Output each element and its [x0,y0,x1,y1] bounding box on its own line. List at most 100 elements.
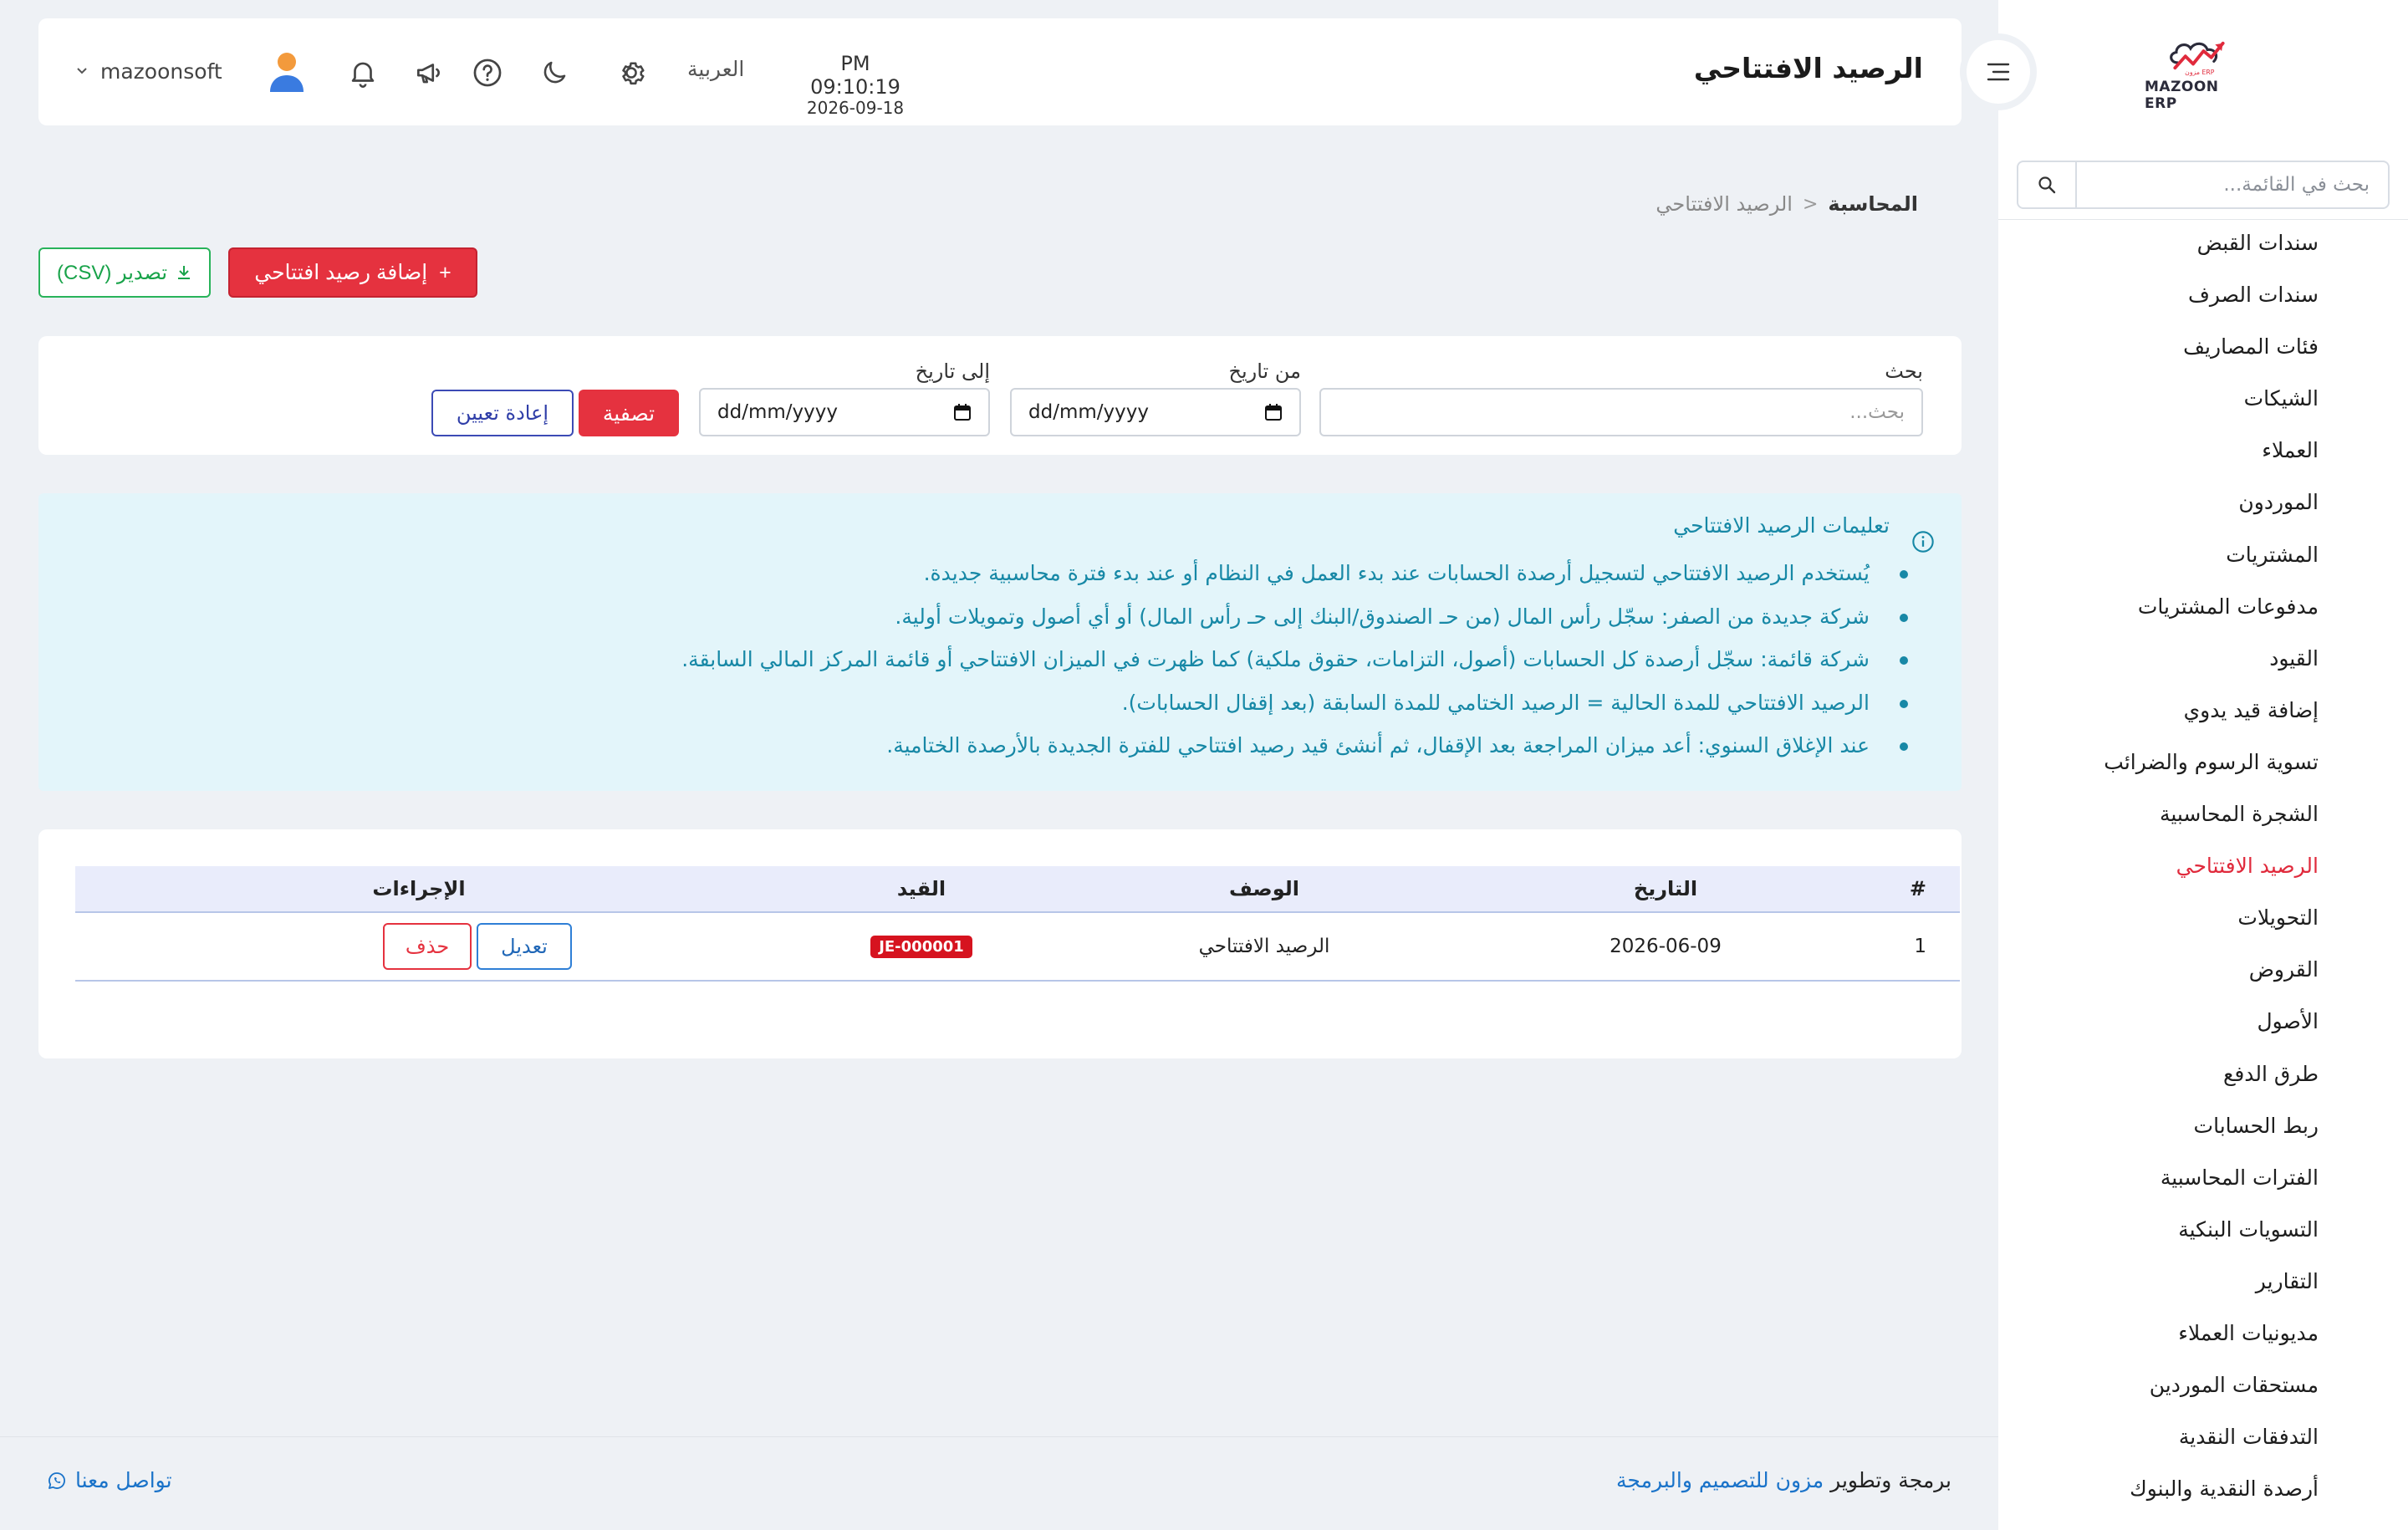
clock-time: PM 09:10:19 [810,52,900,99]
sidebar-item-payment-methods[interactable]: طرق الدفع [1998,1048,2408,1100]
clock-date: 2026-09-18 [806,98,905,118]
instruction-item: شركة جديدة من الصفر: سجّل رأس المال (من … [681,595,1908,639]
instructions-alert: تعليمات الرصيد الافتتاحي يُستخدم الرصيد … [38,493,1962,791]
column-header-entry: القيد [896,877,946,900]
add-opening-balance-label: إضافة رصيد افتتاحي [254,261,428,284]
svg-text:ERP مزون: ERP مزون [2185,69,2215,76]
sidebar-item-expense-categories[interactable]: فئات المصاريف [1998,321,2408,373]
chevron-down-icon [77,68,87,74]
delete-button[interactable]: حذف [383,923,472,970]
search-icon[interactable] [2018,162,2077,207]
filter-panel: بحث من تاريخ dd/mm/yyyy إلى تاريخ dd/mm/… [38,336,1962,455]
info-icon [1912,531,1934,553]
sidebar-item-suppliers[interactable]: الموردون [1998,477,2408,528]
hamburger-icon [1987,63,2010,81]
page-title: الرصيد الافتتاحي [1693,52,1923,84]
footer-credit: برمجة وتطوير مزون للتصميم والبرمجة [1616,1468,1951,1492]
from-date-label: من تاريخ [1228,360,1301,383]
row-date: 2026-06-09 [1610,936,1722,957]
sidebar-item-bank-reconciliations[interactable]: التسويات البنكية [1998,1204,2408,1256]
to-date-label: إلى تاريخ [915,360,990,383]
sidebar-item-cheques[interactable]: الشيكات [1998,373,2408,425]
sidebar-item-manual-entry[interactable]: إضافة قيد يدوي [1998,685,2408,737]
from-date-placeholder: dd/mm/yyyy [1028,401,1149,423]
announcement-megaphone-icon[interactable] [408,52,450,94]
breadcrumb-current: الرصيد الافتتاحي [1656,192,1793,216]
user-menu[interactable]: mazoonsoft [75,50,306,92]
notification-bell-icon[interactable] [342,52,384,94]
journal-entry-badge[interactable]: JE-000001 [870,936,972,958]
sidebar-item-opening-balance[interactable]: الرصيد الافتتاحي [1998,840,2408,892]
sidebar-item-customers[interactable]: العملاء [1998,425,2408,477]
breadcrumb: المحاسبة < الرصيد الافتتاحي [1656,192,1918,216]
instruction-item: يُستخدم الرصيد الافتتاحي لتسجيل أرصدة ال… [681,552,1908,595]
table-header: # التاريخ الوصف القيد الإجراءات [75,866,1960,913]
download-icon [178,266,191,279]
sidebar-search-input[interactable] [2077,162,2388,207]
instruction-item: شركة قائمة: سجّل أرصدة كل الحسابات (أصول… [681,638,1908,681]
search-label: بحث [1885,360,1923,383]
sidebar-item-fees-taxes-settlement[interactable]: تسوية الرسوم والضرائب [1998,737,2408,788]
sidebar-item-assets[interactable]: الأصول [1998,996,2408,1048]
sidebar-item-purchase-payments[interactable]: مدفوعات المشتريات [1998,581,2408,633]
instruction-item: الرصيد الافتتاحي للمدة الحالية = الرصيد … [681,681,1908,725]
menu-toggle-button[interactable] [1960,33,2037,110]
instructions-title: تعليمات الرصيد الافتتاحي [1673,513,1890,538]
calendar-icon[interactable] [953,403,972,421]
column-header-date: التاريخ [1633,877,1698,900]
language-switcher[interactable]: العربية [687,57,744,81]
sidebar-item-supplier-dues[interactable]: مستحقات الموردين [1998,1359,2408,1411]
sidebar-item-cash-flows[interactable]: التدفقات النقدية [1998,1411,2408,1463]
calendar-icon[interactable] [1264,403,1283,421]
to-date-field[interactable]: dd/mm/yyyy [699,388,990,436]
edit-button[interactable]: تعديل [477,923,572,970]
search-input[interactable] [1319,388,1923,436]
sidebar-item-receipt-vouchers[interactable]: سندات القبض [1998,217,2408,269]
export-csv-label: تصدير (CSV) [56,261,168,284]
from-date-field[interactable]: dd/mm/yyyy [1010,388,1301,436]
column-header-num: # [1909,877,1926,900]
clock: PM 09:10:19 2026-09-18 [793,52,918,117]
logo-graphic-icon: ERP مزون [2170,41,2225,76]
footer-brand-link[interactable]: مزون للتصميم والبرمجة [1616,1468,1824,1492]
sidebar-item-purchases[interactable]: المشتريات [1998,529,2408,581]
top-header: الرصيد الافتتاحي PM 09:10:19 2026-09-18 … [38,18,2037,125]
column-header-actions: الإجراءات [372,877,466,900]
contact-us-label: تواصل معنا [75,1468,172,1492]
sidebar-item-chart-of-accounts[interactable]: الشجرة المحاسبية [1998,788,2408,840]
sidebar-item-loans[interactable]: القروض [1998,944,2408,996]
footer-credit-prefix: برمجة وتطوير [1830,1468,1951,1492]
settings-gear-icon[interactable] [610,52,652,94]
filter-button[interactable]: تصفية [579,390,679,436]
plus-icon: + [439,260,452,284]
sidebar-search [2017,161,2390,209]
breadcrumb-separator: < [1802,193,1819,215]
avatar [269,53,304,92]
contact-us-link[interactable]: تواصل معنا [47,1468,172,1492]
help-question-icon[interactable] [467,52,508,94]
instructions-list: يُستخدم الرصيد الافتتاحي لتسجيل أرصدة ال… [681,552,1908,768]
sidebar-item-journal-entries[interactable]: القيود [1998,633,2408,685]
brand-logo[interactable]: ERP مزون MAZOON ERP [2145,37,2253,112]
username: mazoonsoft [100,59,222,84]
sidebar-item-transfers[interactable]: التحويلات [1998,892,2408,944]
to-date-placeholder: dd/mm/yyyy [717,401,838,423]
table-row: 1 2026-06-09 الرصيد الافتتاحي JE-000001 … [75,913,1960,982]
sidebar-item-customer-debts[interactable]: مديونيات العملاء [1998,1308,2408,1359]
reset-button[interactable]: إعادة تعيين [431,390,574,436]
opening-balances-table-card: # التاريخ الوصف القيد الإجراءات 1 2026-0… [38,829,1962,1058]
sidebar-item-payment-vouchers[interactable]: سندات الصرف [1998,269,2408,321]
row-actions: تعديل حذف [75,923,763,970]
instruction-item: عند الإغلاق السنوي: أعد ميزان المراجعة ب… [681,724,1908,768]
sidebar-item-cash-bank-balances[interactable]: أرصدة النقدية والبنوك [1998,1463,2408,1515]
add-opening-balance-button[interactable]: + إضافة رصيد افتتاحي [228,247,477,298]
brand-name: MAZOON ERP [2145,79,2219,112]
export-csv-button[interactable]: تصدير (CSV) [38,247,211,298]
breadcrumb-parent[interactable]: المحاسبة [1828,192,1918,216]
dark-mode-moon-icon[interactable] [533,52,575,94]
footer-divider [0,1436,1998,1437]
sidebar-item-account-linking[interactable]: ربط الحسابات [1998,1100,2408,1152]
sidebar-item-accounting-periods[interactable]: الفترات المحاسبية [1998,1152,2408,1204]
column-header-description: الوصف [1228,877,1300,900]
sidebar-item-reports[interactable]: التقارير [1998,1256,2408,1308]
